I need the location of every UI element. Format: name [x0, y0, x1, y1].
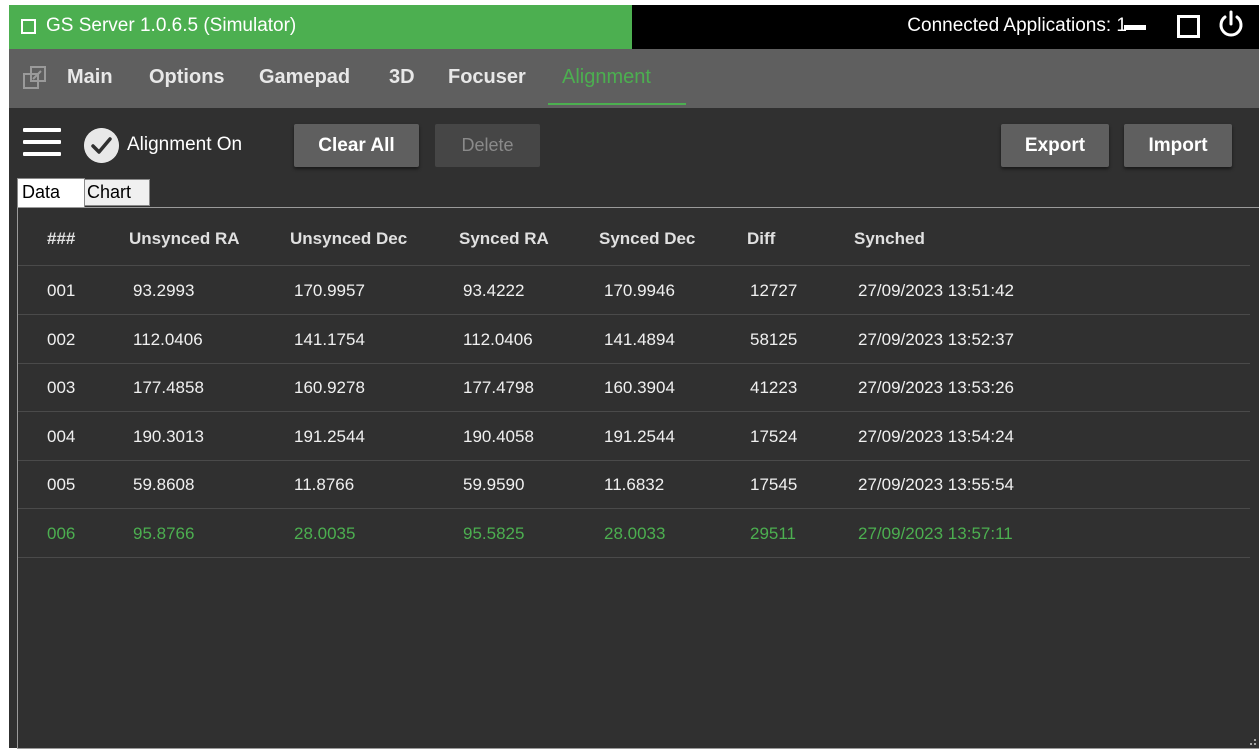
table-row[interactable]: 001 93.2993 170.9957 93.4222 170.9946 12727 27…: [18, 266, 1250, 315]
alignment-data-grid: ### Unsynced RA Unsynced Dec Synced RA S…: [17, 207, 1259, 749]
cell-synced-ra: 177.4798: [463, 378, 534, 397]
table-row[interactable]: 005 59.8608 11.8766 59.9590 11.6832 17545 27/0…: [18, 460, 1250, 509]
cell-diff: 17545: [750, 475, 798, 494]
cell-synced-ra: 95.5825: [463, 523, 525, 543]
power-icon[interactable]: [1217, 10, 1245, 40]
cell-unsynced-dec: 11.8766: [294, 475, 355, 494]
cell-synched: 27/09/2023 13:54:24: [858, 426, 1014, 446]
tab-data[interactable]: Data: [17, 178, 85, 208]
tab-options[interactable]: Options: [149, 66, 225, 89]
title-bar: GS Server 1.0.6.5 (Simulator) Connected …: [9, 5, 1259, 49]
cell-synched: 27/09/2023 13:57:11: [858, 523, 1013, 543]
main-nav: Main Options Gamepad 3D Focuser Alignmen…: [9, 49, 1259, 108]
export-button[interactable]: Export: [1001, 124, 1109, 167]
cell-synched: 27/09/2023 13:51:42: [858, 281, 1014, 300]
menu-icon[interactable]: [23, 128, 61, 156]
table-row[interactable]: 004 190.3013 191.2544 190.4058 191.2544 17524…: [18, 412, 1250, 461]
cell-synced-ra: 93.4222: [463, 281, 525, 300]
cell-synced-ra: 190.4058: [463, 426, 534, 446]
column-header-synced-ra[interactable]: Synced RA: [459, 229, 549, 249]
window-title: GS Server 1.0.6.5 (Simulator): [46, 15, 297, 36]
tab-alignment[interactable]: Alignment: [562, 66, 651, 89]
alignment-on-label[interactable]: Alignment On: [127, 134, 242, 156]
cell-id: 005: [47, 475, 76, 494]
title-area: GS Server 1.0.6.5 (Simulator): [9, 5, 632, 49]
import-button[interactable]: Import: [1124, 124, 1232, 167]
connected-applications-label: Connected Applications: 1: [907, 15, 1127, 36]
maximize-icon[interactable]: [1177, 15, 1200, 38]
cell-id: 001: [47, 281, 76, 300]
tab-chart[interactable]: Chart: [82, 179, 150, 206]
column-header-id[interactable]: ###: [47, 229, 75, 249]
table-row[interactable]: 003 177.4858 160.9278 177.4798 160.3904 41223…: [18, 363, 1250, 412]
cell-unsynced-dec: 141.1754: [294, 329, 365, 349]
cell-synced-dec: 11.6832: [604, 475, 665, 494]
column-header-synched[interactable]: Synched: [854, 229, 925, 249]
title-controls: Connected Applications: 1: [632, 5, 1259, 49]
cell-id: 002: [47, 329, 76, 349]
cell-unsynced-ra: 190.3013: [133, 426, 204, 446]
popout-icon[interactable]: [23, 66, 47, 90]
table-row[interactable]: 006 95.8766 28.0035 95.5825 28.0033 29511 27/0…: [18, 509, 1250, 558]
delete-button[interactable]: Delete: [435, 124, 540, 167]
tab-main[interactable]: Main: [67, 66, 113, 89]
column-header-diff[interactable]: Diff: [747, 229, 775, 249]
cell-id: 004: [47, 426, 76, 446]
cell-synced-dec: 160.3904: [604, 378, 675, 397]
tab-focuser[interactable]: Focuser: [448, 66, 526, 89]
cell-synched: 27/09/2023 13:55:54: [858, 475, 1014, 494]
cell-synced-dec: 141.4894: [604, 329, 675, 349]
cell-diff: 29511: [750, 523, 797, 543]
alignment-toggle-check-icon[interactable]: [84, 128, 119, 163]
cell-synced-dec: 28.0033: [604, 523, 666, 543]
cell-synced-dec: 191.2544: [604, 426, 675, 446]
cell-unsynced-ra: 112.0406: [133, 329, 203, 349]
cell-unsynced-dec: 28.0035: [294, 523, 356, 543]
cell-synced-ra: 112.0406: [463, 329, 533, 349]
alignment-panel: Alignment On Clear All Delete Export Imp…: [9, 108, 1259, 749]
cell-unsynced-ra: 95.8766: [133, 523, 195, 543]
column-header-synced-dec[interactable]: Synced Dec: [599, 229, 695, 249]
cell-synched: 27/09/2023 13:53:26: [858, 378, 1014, 397]
column-header-unsynced-ra[interactable]: Unsynced RA: [129, 229, 240, 249]
window-icon: [21, 19, 36, 34]
cell-unsynced-ra: 93.2993: [133, 281, 195, 300]
cell-synched: 27/09/2023 13:52:37: [858, 329, 1014, 349]
cell-diff: 58125: [750, 329, 798, 349]
grid-header: ### Unsynced RA Unsynced Dec Synced RA S…: [18, 208, 1250, 266]
cell-unsynced-ra: 59.8608: [133, 475, 195, 494]
clear-all-button[interactable]: Clear All: [294, 124, 419, 167]
cell-unsynced-dec: 170.9957: [294, 281, 365, 300]
cell-id: 006: [47, 523, 76, 543]
active-tab-indicator: [548, 103, 686, 105]
cell-diff: 12727: [750, 281, 798, 300]
tab-3d[interactable]: 3D: [389, 66, 415, 89]
cell-id: 003: [47, 378, 76, 397]
cell-unsynced-dec: 160.9278: [294, 378, 365, 397]
resize-grip-icon[interactable]: [1247, 736, 1257, 746]
tab-gamepad[interactable]: Gamepad: [259, 66, 350, 89]
cell-synced-ra: 59.9590: [463, 475, 525, 494]
column-header-unsynced-dec[interactable]: Unsynced Dec: [290, 229, 407, 249]
cell-synced-dec: 170.9946: [604, 281, 675, 300]
cell-diff: 41223: [750, 378, 798, 397]
cell-unsynced-dec: 191.2544: [294, 426, 365, 446]
cell-unsynced-ra: 177.4858: [133, 378, 204, 397]
table-row[interactable]: 002 112.0406 141.1754 112.0406 141.4894 58125…: [18, 315, 1250, 364]
minimize-icon[interactable]: [1124, 25, 1146, 30]
cell-diff: 17524: [750, 426, 798, 446]
